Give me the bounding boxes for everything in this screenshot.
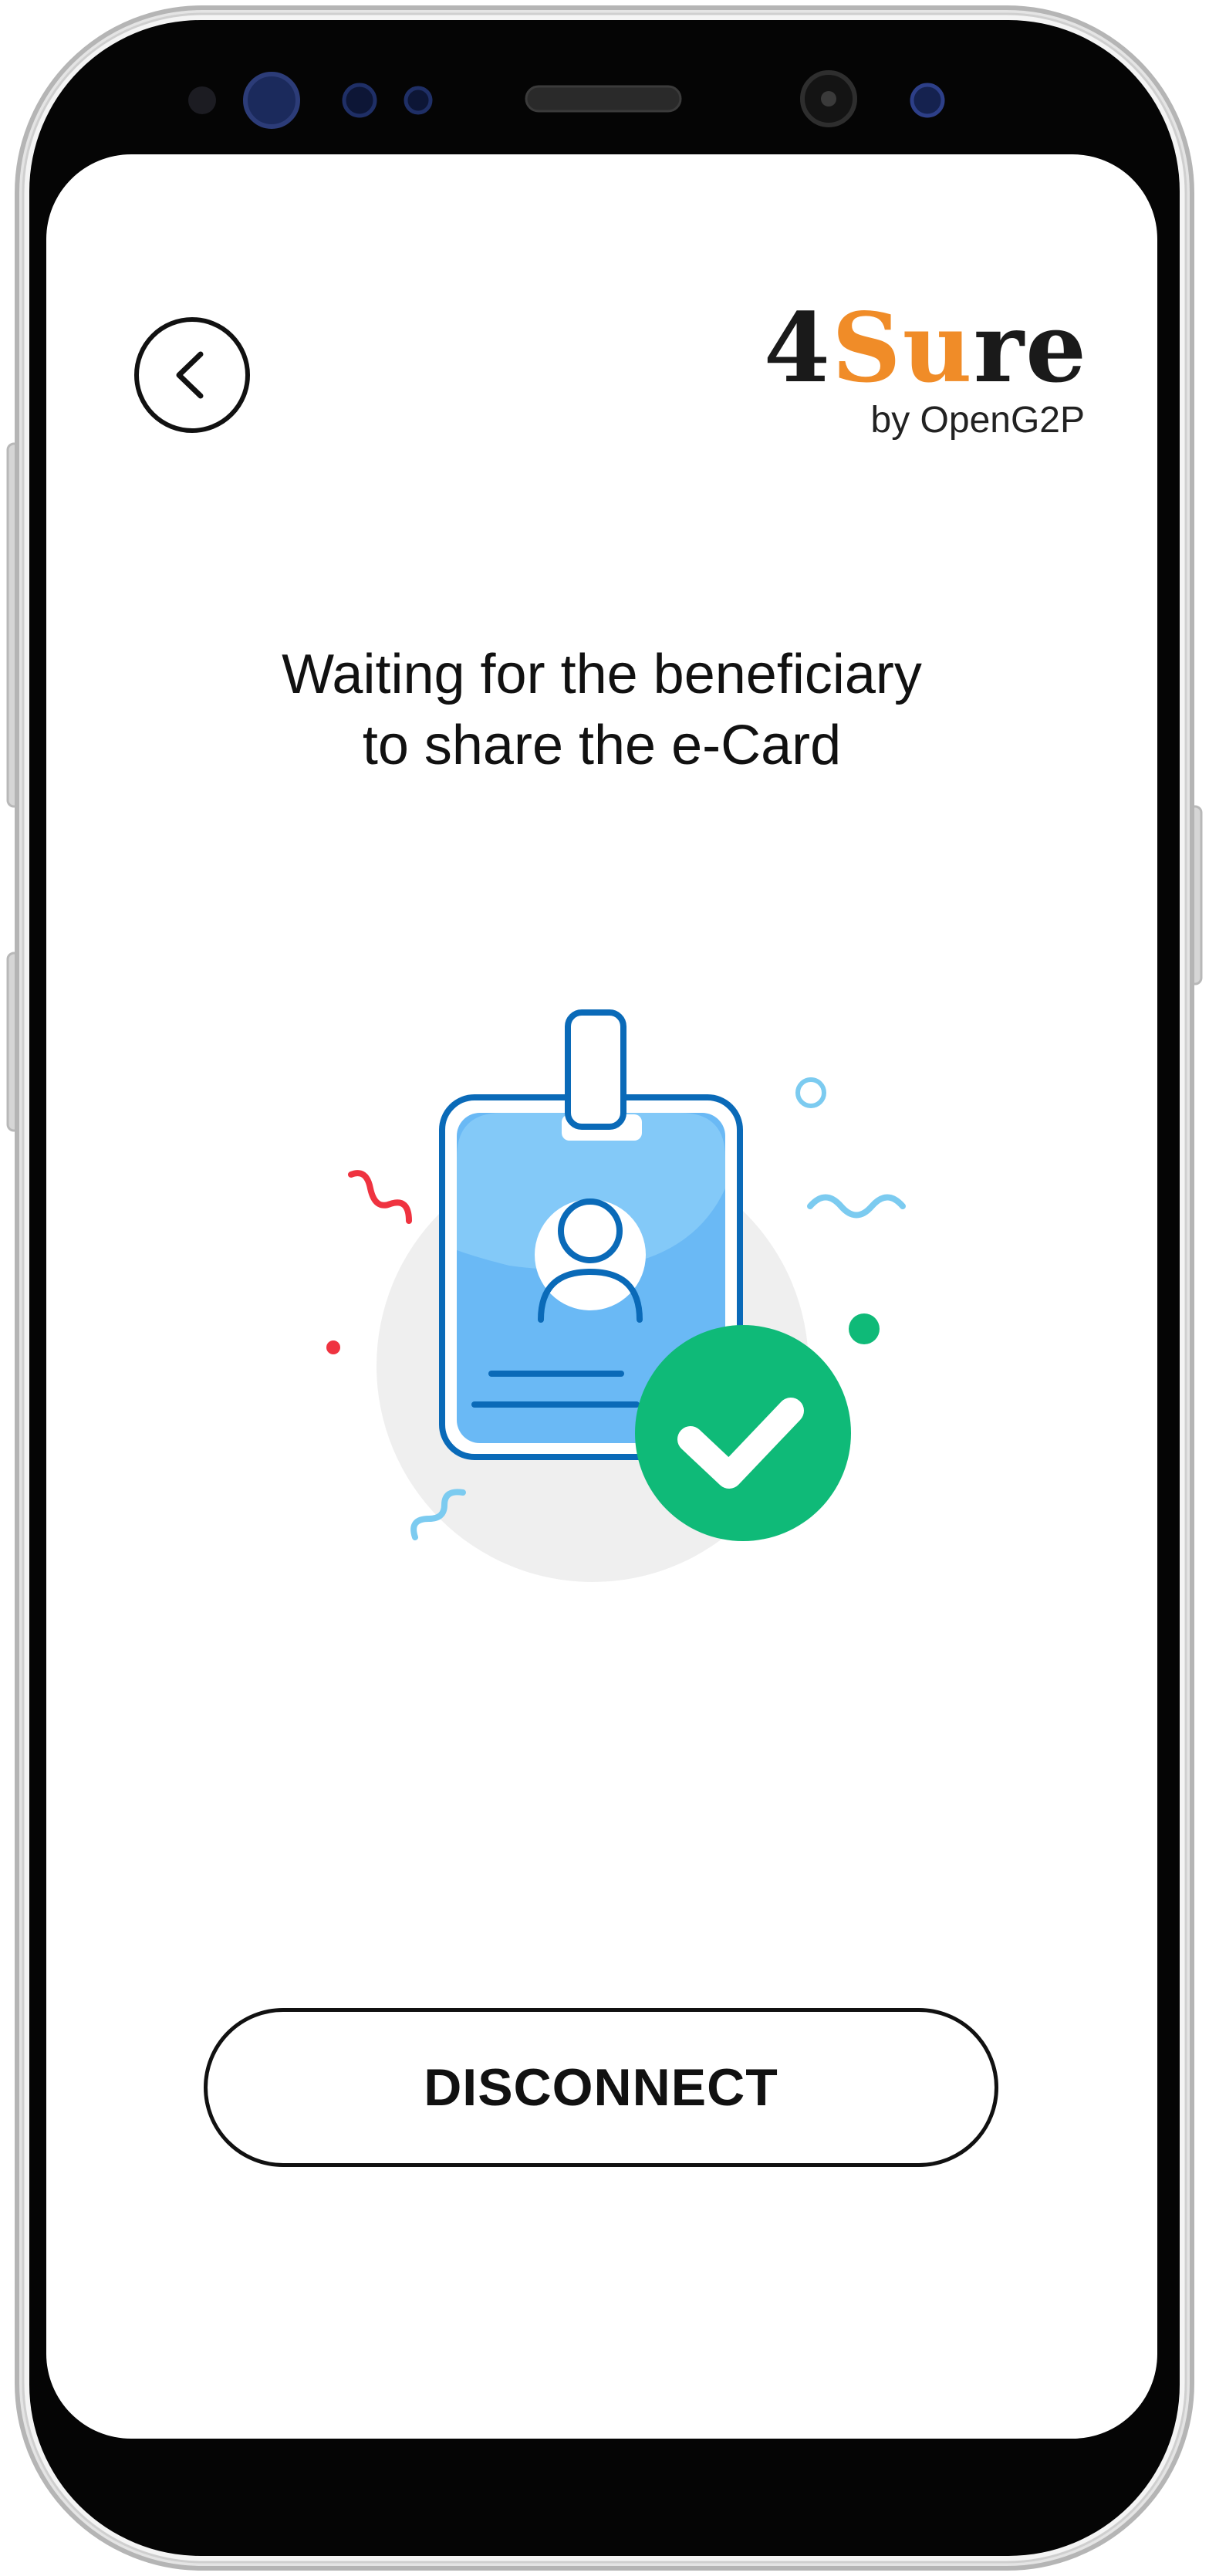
disconnect-button-label: DISCONNECT: [424, 2058, 778, 2117]
logo-suffix: re: [973, 292, 1088, 404]
illustration-backdrop: [377, 1150, 809, 1582]
disconnect-button[interactable]: DISCONNECT: [204, 2008, 998, 2167]
title-line-2: to share the e-Card: [362, 715, 842, 776]
logo-wordmark: 4Sure: [764, 301, 1088, 397]
id-card-icon: [439, 1009, 743, 1460]
confetti-ring-blue: [795, 1077, 826, 1108]
light-sensor: [404, 86, 433, 115]
sensor-dot: [188, 86, 216, 114]
brand-logo: 4Sure by OpenG2P: [764, 301, 1088, 441]
confetti-squiggle-blue: [410, 1489, 466, 1540]
confetti-wave-blue: [807, 1194, 906, 1219]
proximity-sensor: [342, 83, 377, 118]
iris-sensor: [243, 72, 300, 129]
checkmark-badge-icon: [635, 1325, 851, 1541]
iris-led: [910, 83, 945, 118]
title-line-1: Waiting for the beneficiary: [282, 644, 922, 705]
screen: 4Sure by OpenG2P Waiting for the benefic…: [46, 154, 1157, 2439]
confetti-dot-red: [326, 1340, 340, 1354]
earpiece-speaker: [525, 85, 682, 113]
logo-highlight: Su: [832, 292, 974, 404]
confetti-squiggle-red: [348, 1170, 412, 1224]
logo-tagline: by OpenG2P: [870, 400, 1086, 441]
chevron-left-icon: [176, 351, 204, 399]
page-title: Waiting for the beneficiary to share the…: [46, 639, 1157, 781]
logo-prefix: 4: [763, 292, 832, 404]
back-button[interactable]: [134, 317, 250, 433]
app-root: 4Sure by OpenG2P Waiting for the benefic…: [0, 0, 1209, 2576]
confetti-dot-green: [849, 1313, 880, 1344]
